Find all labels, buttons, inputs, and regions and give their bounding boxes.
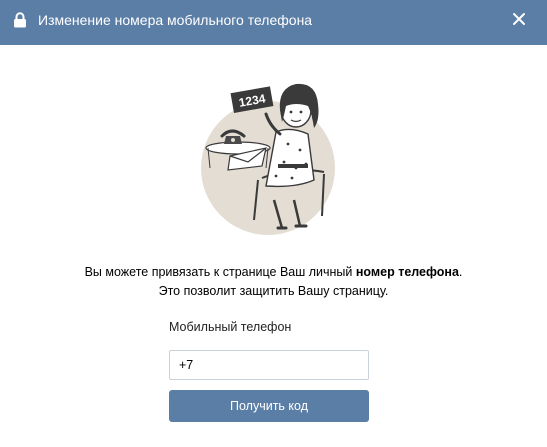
phone-field-label: Мобильный телефон bbox=[169, 320, 292, 334]
description-line-1: Вы можете привязать к странице Ваш личны… bbox=[0, 263, 547, 282]
description-line-1-bold: номер телефона bbox=[355, 265, 459, 279]
phone-change-dialog: Изменение номера мобильного телефона 123… bbox=[0, 0, 547, 447]
description: Вы можете привязать к странице Ваш личны… bbox=[0, 263, 547, 301]
woman-with-phone-illustration: 1234 bbox=[201, 83, 335, 235]
description-line-1-prefix: Вы можете привязать к странице Ваш личны… bbox=[84, 265, 356, 279]
dialog-header: Изменение номера мобильного телефона bbox=[0, 0, 547, 45]
close-icon[interactable] bbox=[511, 11, 527, 27]
dialog-title: Изменение номера мобильного телефона bbox=[38, 12, 313, 28]
lock-icon bbox=[14, 12, 26, 28]
description-line-1-suffix: . bbox=[458, 265, 463, 279]
phone-input[interactable] bbox=[169, 350, 369, 380]
description-line-2: Это позволит защитить Вашу страницу. bbox=[158, 284, 389, 298]
get-code-button[interactable]: Получить код bbox=[169, 390, 369, 422]
